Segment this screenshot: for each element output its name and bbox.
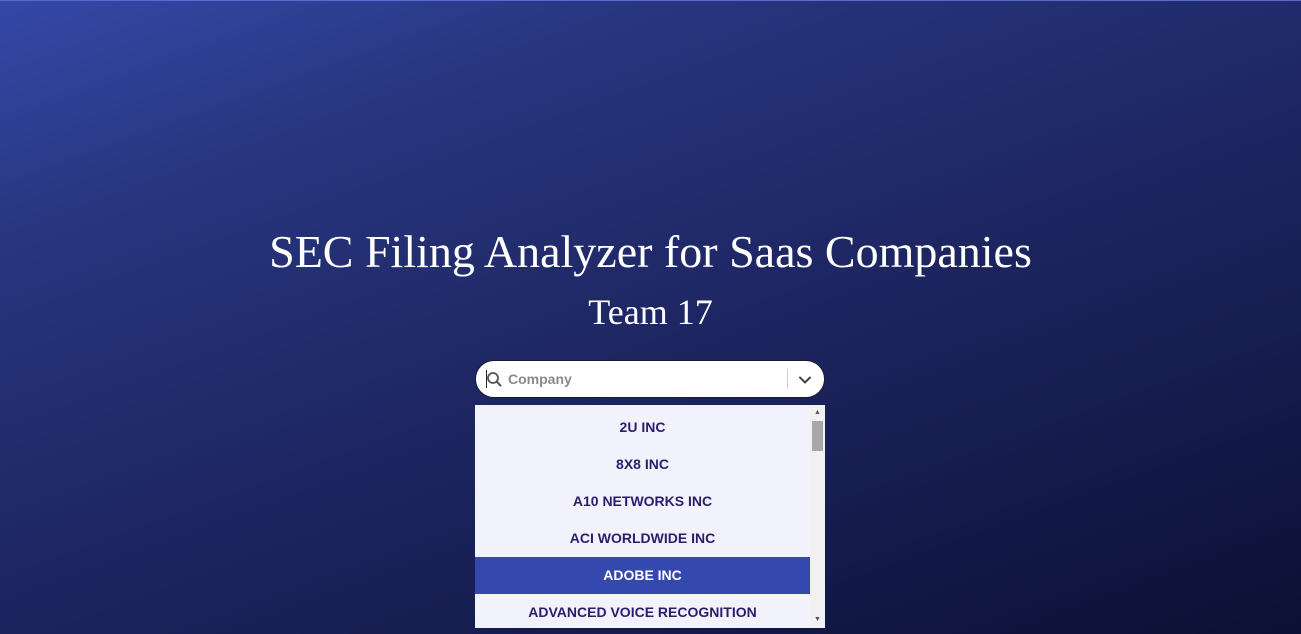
page-title: SEC Filing Analyzer for Saas Companies bbox=[269, 226, 1032, 277]
company-option-highlighted[interactable]: ADOBE INC bbox=[475, 557, 810, 594]
scrollbar-thumb[interactable] bbox=[812, 421, 823, 451]
company-option[interactable]: ACI WORLDWIDE INC bbox=[475, 520, 810, 557]
company-search-input[interactable] bbox=[508, 361, 778, 397]
company-option[interactable]: 2U INC bbox=[475, 409, 810, 446]
text-cursor bbox=[486, 370, 487, 388]
company-options-list: 2U INC 8X8 INC A10 NETWORKS INC ACI WORL… bbox=[475, 409, 810, 628]
scroll-down-arrow-icon[interactable]: ▼ bbox=[810, 613, 825, 627]
chevron-down-icon[interactable] bbox=[797, 372, 813, 388]
company-select[interactable] bbox=[475, 360, 825, 398]
company-option[interactable]: 8X8 INC bbox=[475, 446, 810, 483]
indicator-separator bbox=[787, 369, 788, 389]
company-option[interactable]: A10 NETWORKS INC bbox=[475, 483, 810, 520]
top-border bbox=[0, 0, 1301, 1]
company-dropdown-menu: 2U INC 8X8 INC A10 NETWORKS INC ACI WORL… bbox=[475, 405, 825, 628]
company-option[interactable]: ADVANCED VOICE RECOGNITION bbox=[475, 594, 810, 628]
search-icon bbox=[486, 371, 502, 387]
menu-scrollbar[interactable]: ▲ ▼ bbox=[810, 405, 825, 628]
scroll-up-arrow-icon[interactable]: ▲ bbox=[810, 406, 825, 420]
page-subtitle: Team 17 bbox=[588, 292, 713, 332]
